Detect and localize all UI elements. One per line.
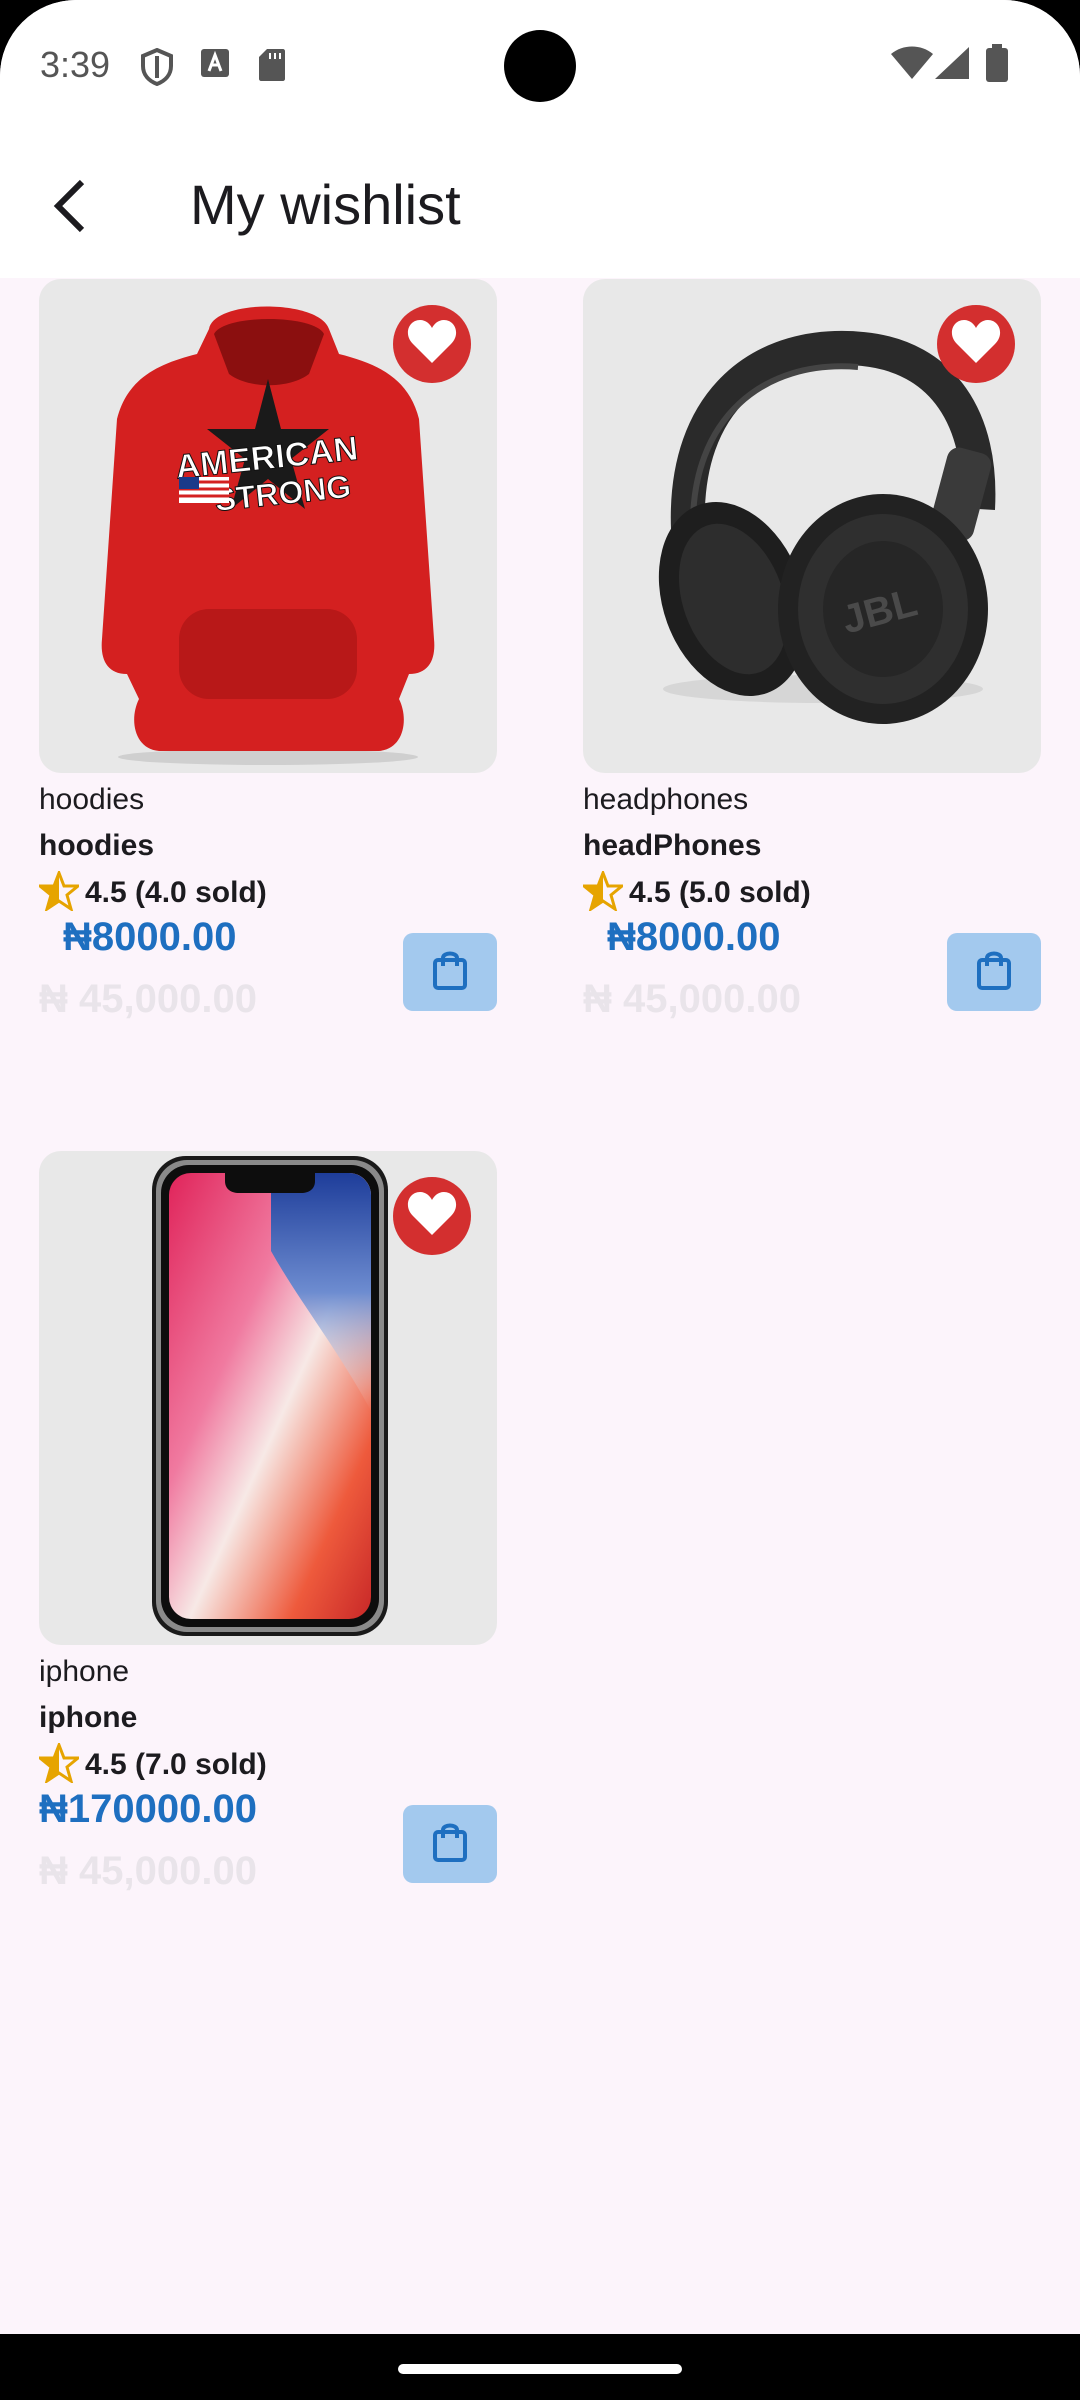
product-name: hoodies [39,829,155,862]
product-card[interactable]: AMERICAN STRONG hoodies hoodies 4.5 (4.0… [35,279,497,1039]
add-to-cart-button[interactable] [947,933,1041,1011]
product-card[interactable]: iphone iphone 4.5 (7.0 sold) ₦170000.00 … [35,1151,497,1911]
product-category: headphones [583,783,749,816]
back-button[interactable] [30,168,110,248]
product-image-box[interactable]: AMERICAN STRONG [39,279,497,773]
favorite-button[interactable] [393,1177,471,1255]
screen: 3:39 My wishlist AMERICAN STRONG hoodies… [0,0,1080,2334]
add-to-cart-button[interactable] [403,933,497,1011]
product-category: hoodies [39,783,145,816]
arrow-back-icon [48,178,92,239]
product-name: headPhones [583,829,762,862]
front-camera [504,30,576,102]
product-old-price: ₦ 45,000.00 [583,977,801,1021]
heart-icon [949,317,1003,372]
status-time: 3:39 [40,44,111,85]
heart-icon [405,317,459,372]
heart-icon [405,1189,459,1244]
sd-card-icon [258,48,286,87]
product-price: ₦8000.00 [607,915,781,959]
product-old-price: ₦ 45,000.00 [39,977,257,1021]
shopping-bag-icon [432,950,468,995]
product-image-box[interactable]: JBL [583,279,1041,773]
shield-icon [140,47,174,91]
product-name: iphone [39,1701,138,1734]
shopping-bag-icon [432,1822,468,1867]
star-half-icon [35,868,83,916]
rating-text: 4.5 (7.0 sold) [85,1748,267,1781]
product-category: iphone [39,1655,130,1688]
home-indicator[interactable] [398,2364,682,2374]
product-price: ₦8000.00 [63,915,237,959]
product-card[interactable]: JBL headphones headPhones 4.5 (5.0 sold)… [579,279,1041,1039]
star-half-icon [579,868,627,916]
page-title: My wishlist [190,173,461,236]
text-format-icon [200,48,230,83]
rating-row: 4.5 (4.0 sold) [35,868,267,916]
product-old-price: ₦ 45,000.00 [39,1849,257,1893]
favorite-button[interactable] [393,305,471,383]
star-half-icon [35,1740,83,1788]
rating-text: 4.5 (5.0 sold) [629,876,811,909]
rating-text: 4.5 (4.0 sold) [85,876,267,909]
status-bar: 3:39 [0,0,1080,132]
product-price: ₦170000.00 [39,1787,257,1831]
rating-row: 4.5 (5.0 sold) [579,868,811,916]
signal-icon [934,46,970,85]
app-bar: My wishlist [0,132,1080,278]
product-image-box[interactable] [39,1151,497,1645]
shopping-bag-icon [976,950,1012,995]
add-to-cart-button[interactable] [403,1805,497,1883]
wifi-icon [890,46,934,85]
battery-icon [986,44,1008,87]
favorite-button[interactable] [937,305,1015,383]
rating-row: 4.5 (7.0 sold) [35,1740,267,1788]
